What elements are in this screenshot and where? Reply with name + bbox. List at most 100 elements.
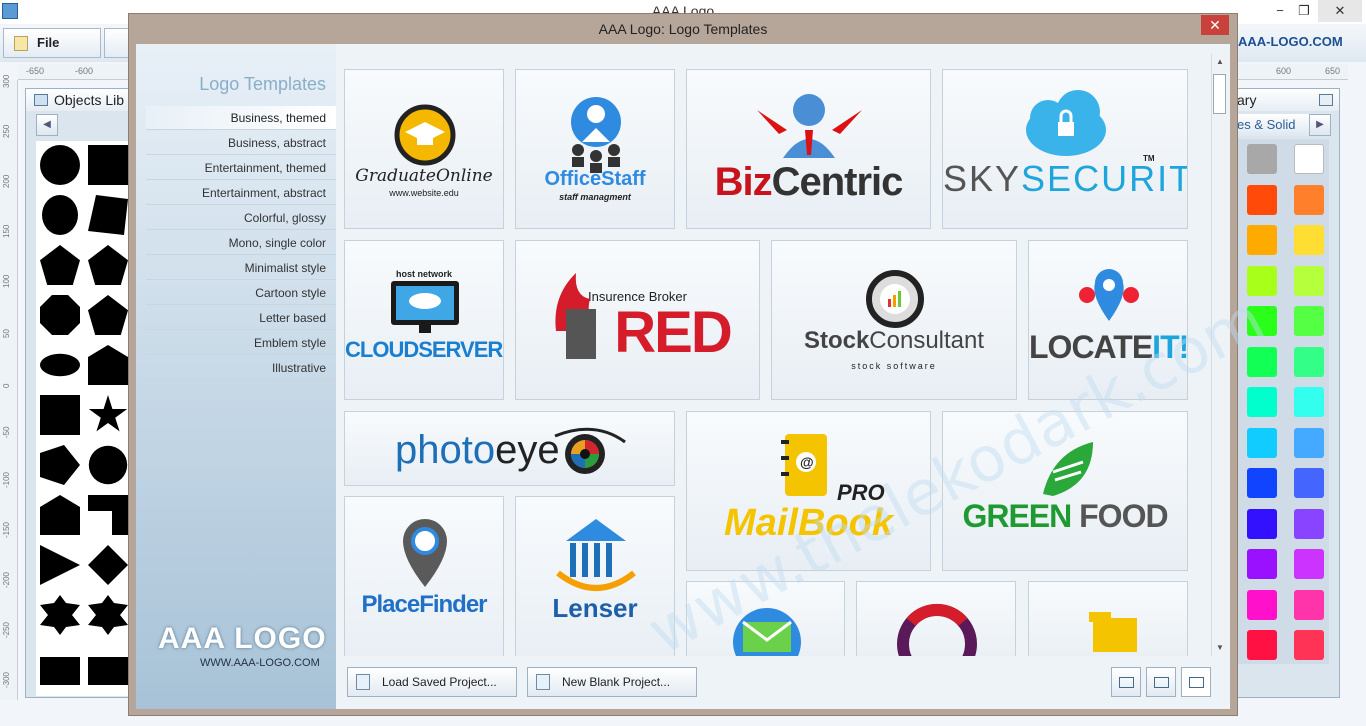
location-pin-icon (1079, 269, 1139, 321)
shape-item[interactable] (40, 395, 80, 435)
shape-item[interactable] (88, 495, 128, 535)
view-medium-button[interactable] (1146, 667, 1176, 697)
shape-item[interactable] (40, 595, 80, 635)
shape-item[interactable] (88, 145, 128, 185)
shape-item[interactable] (88, 545, 128, 585)
scrollbar-thumb[interactable] (1213, 74, 1226, 114)
template-mailbook-pro[interactable]: @ PRO MailBook (686, 411, 931, 571)
category-entertainment-themed[interactable]: Entertainment, themed (146, 156, 336, 180)
color-swatch[interactable] (1294, 589, 1324, 620)
color-swatch[interactable] (1247, 468, 1277, 498)
view-large-button[interactable] (1181, 667, 1211, 697)
template-bizcentric[interactable]: BizCentric (686, 69, 931, 229)
color-swatch[interactable] (1294, 144, 1324, 174)
dialog-title: AAA Logo: Logo Templates (598, 21, 768, 37)
color-swatch[interactable] (1247, 549, 1277, 579)
color-swatch[interactable] (1294, 549, 1324, 579)
shape-item[interactable] (40, 495, 80, 535)
shape-item[interactable] (40, 657, 80, 685)
color-swatch[interactable] (1294, 508, 1324, 539)
shape-item[interactable] (88, 295, 128, 335)
shape-item[interactable] (88, 245, 128, 285)
gallery-scrollbar[interactable]: ▲ ▼ (1211, 54, 1227, 656)
template-locate-it[interactable]: LOCATEIT! (1028, 240, 1188, 400)
template-red-insurance[interactable]: Insurence Broker RED (515, 240, 760, 400)
category-emblem-style[interactable]: Emblem style (146, 331, 336, 355)
color-swatch[interactable] (1247, 346, 1277, 377)
color-swatch[interactable] (1247, 184, 1277, 215)
color-swatch[interactable] (1294, 306, 1324, 336)
category-minimalist-style[interactable]: Minimalist style (146, 256, 336, 280)
template-graduate-online[interactable]: GraduateOnline www.website.edu (344, 69, 504, 229)
color-swatch[interactable] (1247, 508, 1277, 539)
template-sky-security[interactable]: SKYSECURITY TM (942, 69, 1188, 229)
view-small-button[interactable] (1111, 667, 1141, 697)
minimize-panel-icon[interactable] (1319, 94, 1333, 106)
template-place-finder[interactable]: PlaceFinder (344, 496, 504, 656)
color-swatch[interactable] (1294, 427, 1324, 458)
color-swatch[interactable] (1294, 265, 1324, 296)
left-ruler: 300 250 200 150 100 50 0 -50 -100 -150 -200 -250 -30… (0, 75, 18, 700)
scroll-right-button[interactable]: ▶ (1309, 114, 1331, 136)
scroll-up-arrow[interactable]: ▲ (1212, 54, 1228, 70)
template-folder-logo[interactable] (1028, 581, 1188, 656)
template-mail-envelope[interactable] (686, 581, 845, 656)
scroll-down-arrow[interactable]: ▼ (1212, 640, 1228, 656)
color-swatch[interactable] (1294, 346, 1324, 377)
category-mono-single-color[interactable]: Mono, single color (146, 231, 336, 255)
color-swatch[interactable] (1294, 184, 1324, 215)
shape-item[interactable] (88, 195, 128, 235)
template-lenser[interactable]: Lenser (515, 496, 675, 656)
brand-url[interactable]: AAA-LOGO.COM (1238, 34, 1343, 49)
category-business-themed[interactable]: Business, themed (146, 106, 336, 130)
app-icon (2, 3, 18, 19)
color-swatch[interactable] (1247, 144, 1277, 174)
color-swatch[interactable] (1294, 630, 1324, 660)
color-swatch[interactable] (1247, 589, 1277, 620)
load-saved-project-button[interactable]: Load Saved Project... (347, 667, 517, 697)
template-name-part: LOCATE (1029, 329, 1153, 365)
shape-item[interactable] (40, 145, 80, 185)
color-swatch[interactable] (1294, 387, 1324, 417)
category-business-abstract[interactable]: Business, abstract (146, 131, 336, 155)
scroll-left-button[interactable]: ◀ (36, 114, 58, 136)
dialog-close-button[interactable]: ✕ (1201, 15, 1229, 35)
color-swatch[interactable] (1247, 265, 1277, 296)
category-letter-based[interactable]: Letter based (146, 306, 336, 330)
category-illustrative[interactable]: Illustrative (146, 356, 336, 380)
shape-item[interactable] (40, 295, 80, 335)
shape-item[interactable] (88, 657, 128, 685)
template-stock-consultant[interactable]: StockConsultant stock software (771, 240, 1017, 400)
template-cloud-servers[interactable]: host network CLOUDSERVERS (344, 240, 504, 400)
shape-item[interactable] (40, 353, 80, 377)
bank-building-icon (556, 519, 636, 591)
close-app-button[interactable]: ✕ (1318, 0, 1362, 22)
color-swatch[interactable] (1294, 225, 1324, 255)
color-swatch[interactable] (1247, 427, 1277, 458)
color-swatch[interactable] (1247, 225, 1277, 255)
shape-item[interactable] (40, 245, 80, 285)
category-entertainment-abstract[interactable]: Entertainment, abstract (146, 181, 336, 205)
color-swatch[interactable] (1247, 387, 1277, 417)
shape-item[interactable] (88, 345, 128, 385)
shape-item[interactable] (88, 595, 128, 635)
color-tab[interactable]: es & Solid (1237, 114, 1315, 136)
shape-item[interactable] (40, 445, 80, 485)
color-swatch[interactable] (1294, 468, 1324, 498)
new-blank-project-button[interactable]: New Blank Project... (527, 667, 697, 697)
template-ring-logo[interactable] (856, 581, 1016, 656)
category-colorful-glossy[interactable]: Colorful, glossy (146, 206, 336, 230)
file-menu-button[interactable]: File (3, 28, 101, 58)
shape-item[interactable] (88, 445, 128, 485)
template-green-food[interactable]: GREEN FOOD (942, 411, 1188, 571)
template-office-staff[interactable]: OfficeStaff staff managment (515, 69, 675, 229)
shape-item[interactable] (42, 195, 78, 235)
ruler-label: 250 (2, 124, 11, 138)
shape-item[interactable] (88, 395, 128, 432)
color-swatch[interactable] (1247, 306, 1277, 336)
template-photo-eye[interactable]: photoeye (344, 411, 675, 486)
shape-item[interactable] (40, 545, 80, 585)
category-cartoon-style[interactable]: Cartoon style (146, 281, 336, 305)
color-swatch[interactable] (1247, 630, 1277, 660)
app-window: AAA Logo − ❐ ✕ File AAA-LOGO.COM -650 -6… (0, 0, 1366, 726)
